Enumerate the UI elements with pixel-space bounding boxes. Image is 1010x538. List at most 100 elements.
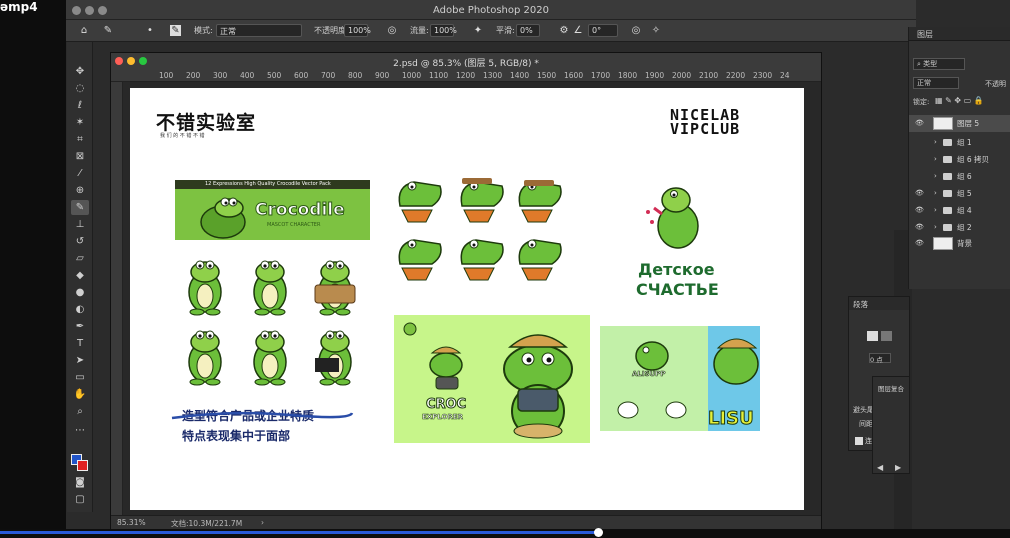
dodge-tool-icon[interactable]: ◐ [71,302,89,317]
layer-row[interactable]: › 组 1 [909,134,1010,151]
gradient-tool-icon[interactable]: ◆ [71,268,89,283]
hand-tool-icon[interactable]: ✋ [71,387,89,402]
brand-logo-cn-sub: 我 们 的 不 错 不 错 [160,133,205,139]
hyphenate-checkbox[interactable] [855,437,863,445]
more-tools-icon[interactable]: ⋯ [71,423,89,438]
blur-tool-icon[interactable]: ● [71,285,89,300]
croc-explorer-subtitle: EXPLORER [422,413,464,422]
zoom-readout[interactable]: 85.31% [117,518,146,527]
ruler-tick-label: 300 [213,71,228,80]
frame-tool-icon[interactable]: ⊠ [71,149,89,164]
mode-select[interactable]: 正常 [216,24,302,37]
document-tab[interactable]: 2.psd @ 85.3% (图层 5, RGB/8) * [111,53,821,70]
paragraph-tab[interactable]: 段落 [853,299,868,310]
crocodile-banner: 12 Expressions High Quality Crocodile Ve… [175,180,370,240]
layers-panel-header: 图层 [909,27,1010,41]
group-expand-chevron-icon[interactable]: › [934,168,937,185]
layer-name: 组 4 [957,206,972,215]
mode-label: 模式: [194,26,213,35]
layer-name: 组 2 [957,223,972,232]
align-left-icon[interactable] [867,331,878,341]
indent-field[interactable]: 0 点 [869,353,891,364]
layer-row[interactable]: 👁 › 组 5 [909,185,1010,202]
screen-mode-icon[interactable]: ▢ [71,492,89,507]
banner-subtitle: MASCOT CHARACTER [267,222,321,228]
layer-row[interactable]: 👁 背景 [909,235,1010,252]
move-tool-icon[interactable]: ✥ [71,64,89,79]
canvas-artboard[interactable]: 不错实验室 我 们 的 不 错 不 错 NICELAB VIPCLUB 12 E… [130,88,804,510]
quick-mask-icon[interactable]: ◙ [71,475,89,490]
airbrush-icon[interactable]: ✦ [472,25,484,37]
layer-row[interactable]: 👁 › 组 2 [909,219,1010,236]
eyedropper-tool-icon[interactable]: ⁄ [71,166,89,181]
layer-name: 背景 [957,239,972,248]
history-brush-icon[interactable]: ↺ [71,234,89,249]
marquee-tool-icon[interactable]: ◌ [71,81,89,96]
layer-name: 组 1 [957,138,972,147]
group-expand-chevron-icon[interactable]: › [934,151,937,168]
prev-arrow-icon[interactable]: ◀ [877,463,883,472]
brand-logo-en: NICELAB VIPCLUB [670,108,740,137]
symmetry-icon[interactable]: ✧ [650,25,662,37]
stamp-tool-icon[interactable]: ⊥ [71,217,89,232]
group-expand-chevron-icon[interactable]: › [934,134,937,151]
layer-row[interactable]: 👁 图层 5 [909,115,1010,132]
ruler-tick-label: 2300 [753,71,773,80]
ruler-tick-label: 1600 [564,71,584,80]
visibility-eye-icon[interactable]: 👁 [915,235,924,252]
folder-icon [943,156,952,163]
next-arrow-icon[interactable]: ▶ [895,463,901,472]
pressure-opacity-icon[interactable]: ◎ [386,25,398,37]
visibility-eye-icon[interactable]: 👁 [915,202,924,219]
layer-thumbnail [933,117,953,130]
video-progress-knob[interactable] [594,528,603,537]
rectangle-tool-icon[interactable]: ▭ [71,370,89,385]
group-expand-chevron-icon[interactable]: › [934,185,937,202]
smoothing-field[interactable]: 0% [516,24,540,37]
flow-field[interactable]: 100% [430,24,457,37]
layer-filter-select[interactable]: ⌕ 类型 [913,58,965,70]
zoom-tool-icon[interactable]: ⌕ [71,404,89,419]
home-icon[interactable]: ⌂ [78,25,90,37]
visibility-eye-icon[interactable]: 👁 [915,115,924,132]
video-progress-bar[interactable] [0,531,600,534]
ruler-tick-label: 1200 [456,71,476,80]
brush-settings-icon[interactable]: ✎ [170,25,181,36]
document-size[interactable]: 文档:10.3M/221.7M [171,518,242,529]
folder-icon [943,190,952,197]
blend-mode-select[interactable]: 正常 [913,77,959,89]
smoothing-settings-icon[interactable]: ⚙ [558,25,570,37]
group-expand-chevron-icon[interactable]: › [934,202,937,219]
horizontal-ruler[interactable]: 100 200 300 400 500 600 700 800 900 1000 1100 1200 1… [111,70,821,82]
visibility-eye-icon[interactable]: 👁 [915,219,924,236]
vertical-ruler[interactable] [111,82,123,516]
eraser-tool-icon[interactable]: ▱ [71,251,89,266]
lasso-tool-icon[interactable]: ℓ [71,98,89,113]
angle-icon: ∠ [573,25,583,36]
lock-icons[interactable]: ▦ ✎ ✥ ▭ 🔒 [935,96,984,105]
angle-field[interactable]: 0° [588,24,618,37]
banner-tagline: 12 Expressions High Quality Crocodile Ve… [205,181,331,187]
crop-tool-icon[interactable]: ⌗ [71,132,89,147]
brush-preset-icon[interactable]: • [144,25,156,37]
type-tool-icon[interactable]: T [71,336,89,351]
group-expand-chevron-icon[interactable]: › [934,219,937,236]
background-color-swatch[interactable] [77,460,88,471]
pressure-size-icon[interactable]: ◎ [630,25,642,37]
layer-row[interactable]: › 组 6 [909,168,1010,185]
layer-row[interactable]: 👁 › 组 4 [909,202,1010,219]
align-center-icon[interactable] [881,331,892,341]
brush-tool-icon[interactable]: ✎ [71,200,89,215]
path-select-tool-icon[interactable]: ➤ [71,353,89,368]
desktop-left-strip: əmp4 [0,0,66,538]
healing-tool-icon[interactable]: ⊕ [71,183,89,198]
visibility-eye-icon[interactable]: 👁 [915,185,924,202]
layer-name: 组 6 拷贝 [957,155,990,164]
pen-tool-icon[interactable]: ✒ [71,319,89,334]
status-menu-chevron-icon[interactable]: › [261,518,264,527]
layers-tab[interactable]: 图层 [917,29,933,40]
opacity-field[interactable]: 100% [344,24,371,37]
brush-tool-icon[interactable]: ✎ [102,25,114,37]
layer-row[interactable]: › 组 6 拷贝 [909,151,1010,168]
magic-wand-tool-icon[interactable]: ✶ [71,115,89,130]
